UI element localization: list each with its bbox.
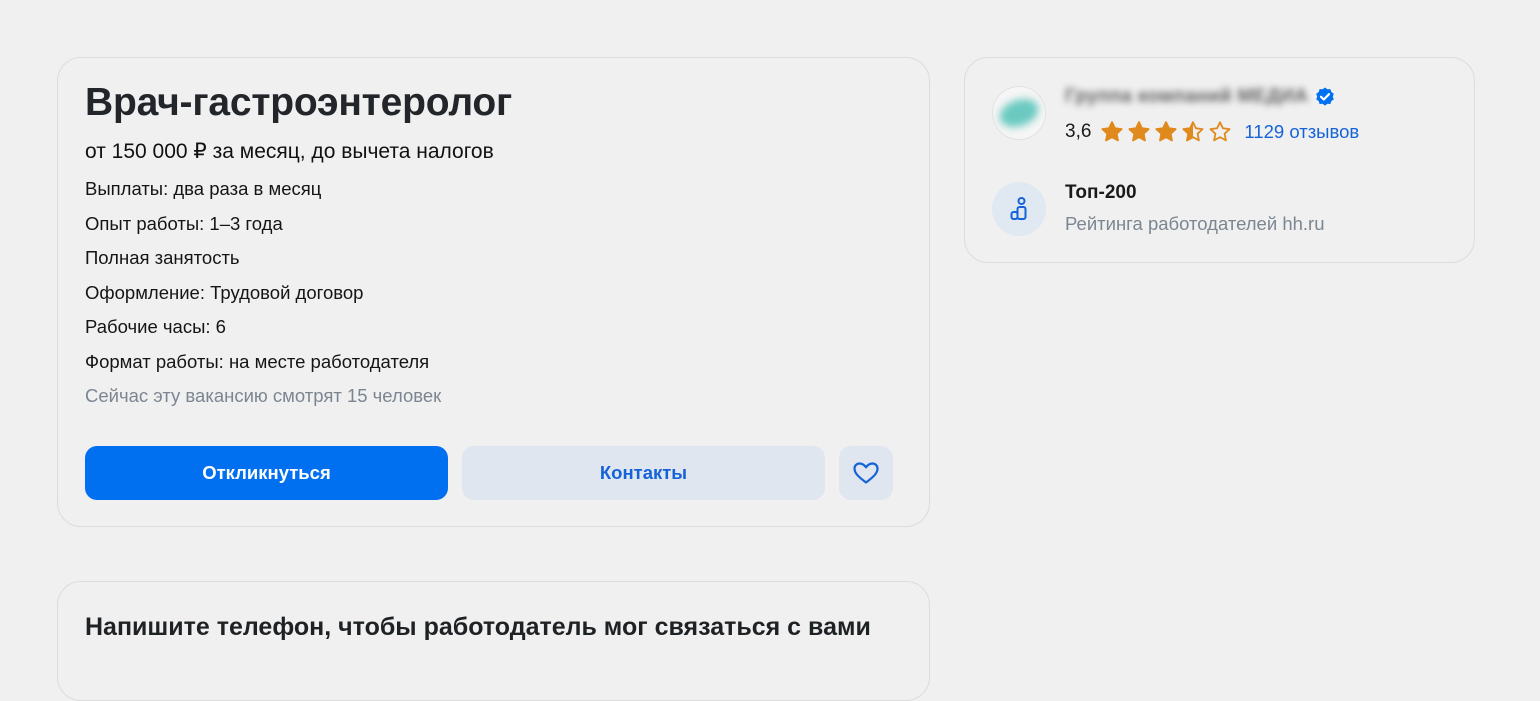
vacancy-title: Врач-гастроэнтеролог [85,81,513,124]
heart-icon [853,462,879,484]
reviews-link[interactable]: 1129 отзывов [1244,121,1359,143]
rating-value: 3,6 [1065,121,1092,142]
respond-button[interactable]: Откликнуться [85,446,448,500]
star-icon [1101,121,1123,142]
phone-prompt-card: Напишите телефон, чтобы работодатель мог… [57,581,930,701]
detail-contract: Оформление: Трудовой договор [85,281,364,303]
rating-stars [1100,120,1232,144]
vacancy-details: Выплаты: два раза в месяц Опыт работы: 1… [85,178,902,373]
employer-logo[interactable] [992,86,1046,140]
star-icon [1182,121,1204,142]
detail-hours: Рабочие часы: 6 [85,316,226,337]
verified-badge-icon [1316,87,1335,106]
employer-card: Группа компаний МЕДИА 3,6 1129 отзывов Т… [964,57,1475,263]
star-icon [1155,121,1177,142]
detail-work-format: Формат работы: на месте работодателя [85,350,430,372]
rating-podium-icon [1010,197,1027,220]
vacancy-card: Врач-гастроэнтеролог от 150 000 ₽ за мес… [57,57,930,527]
badge-subtitle: Рейтинга работодателей hh.ru [1065,213,1325,234]
badge-icon-circle [992,182,1046,236]
employer-rating: 3,6 1129 отзывов [1065,120,1359,144]
detail-employment: Полная занятость [85,247,240,268]
star-icon [1209,121,1231,142]
favorite-button[interactable] [839,446,893,500]
watchers-count: Сейчас эту вакансию смотрят 15 человек [85,385,442,406]
star-icon [1128,121,1150,142]
employer-name-link[interactable]: Группа компаний МЕДИА [1065,86,1308,108]
contacts-button[interactable]: Контакты [462,446,825,500]
vacancy-salary: от 150 000 ₽ за месяц, до вычета налогов [85,140,494,163]
detail-experience: Опыт работы: 1–3 года [85,212,283,234]
phone-prompt-title: Напишите телефон, чтобы работодатель мог… [85,613,871,641]
detail-payments: Выплаты: два раза в месяц [85,178,322,199]
vacancy-actions: Откликнуться Контакты [85,446,893,500]
badge-title: Топ-200 [1065,182,1137,203]
employer-name-row: Группа компаний МЕДИА [1065,86,1336,108]
